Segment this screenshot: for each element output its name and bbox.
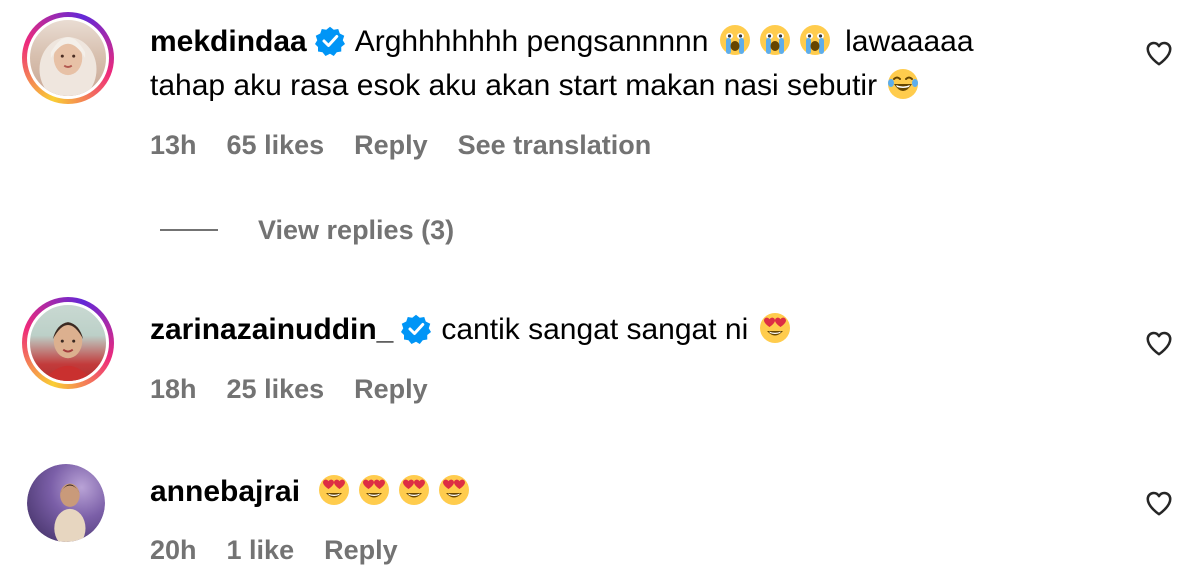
avatar[interactable] (27, 464, 105, 542)
comment-text: lawaaaaa (845, 25, 974, 58)
like-heart-icon[interactable] (1144, 38, 1174, 68)
like-heart-icon[interactable] (1144, 328, 1174, 358)
see-translation-button[interactable]: See translation (458, 130, 652, 161)
view-replies-button[interactable]: View replies (3) (160, 212, 454, 248)
comment-text: Arghhhhhhh pengsannnnn (354, 25, 709, 58)
heart-eyes-emoji (358, 474, 390, 506)
verified-badge-icon (315, 26, 345, 56)
heart-eyes-emoji (759, 312, 791, 344)
verified-badge-icon (401, 314, 431, 344)
comment-body: mekdindaa Arghhhhhhh pengsannnnn lawaaaaa… (150, 20, 974, 108)
heart-eyes-emoji (438, 474, 470, 506)
comment-username[interactable]: zarinazainuddin_ (150, 313, 393, 346)
comment-time: 20h (150, 535, 197, 565)
comment-username[interactable]: mekdindaa (150, 25, 307, 58)
comment-time: 18h (150, 374, 197, 404)
view-replies-label: View replies (3) (258, 214, 455, 245)
heart-eyes-emoji (318, 474, 350, 506)
laughing-tears-emoji (887, 68, 919, 100)
comment-text: tahap aku rasa esok aku akan start makan… (150, 69, 878, 102)
crying-face-emoji (719, 24, 751, 56)
reply-button[interactable]: Reply (354, 130, 428, 161)
comment-meta: 20h 1 like Reply (150, 535, 398, 566)
crying-face-emoji (759, 24, 791, 56)
crying-face-emoji (799, 24, 831, 56)
heart-eyes-emoji (398, 474, 430, 506)
reply-button[interactable]: Reply (324, 535, 398, 566)
comment-meta: 13h 65 likes Reply See translation (150, 130, 651, 161)
avatar[interactable] (22, 12, 114, 104)
avatar[interactable] (22, 297, 114, 389)
reply-button[interactable]: Reply (354, 374, 428, 405)
comment-meta: 18h 25 likes Reply (150, 374, 428, 405)
comment-username[interactable]: annebajrai (150, 475, 300, 508)
comment-text: cantik sangat sangat ni (441, 313, 749, 346)
comment-body: zarinazainuddin_ cantik sangat sangat ni (150, 308, 797, 352)
divider (160, 229, 218, 231)
like-count[interactable]: 65 likes (227, 130, 325, 161)
comment-time: 13h (150, 130, 197, 160)
like-count[interactable]: 1 like (227, 535, 295, 566)
like-count[interactable]: 25 likes (227, 374, 325, 405)
comment-body: annebajrai (150, 470, 476, 514)
like-heart-icon[interactable] (1144, 488, 1174, 518)
